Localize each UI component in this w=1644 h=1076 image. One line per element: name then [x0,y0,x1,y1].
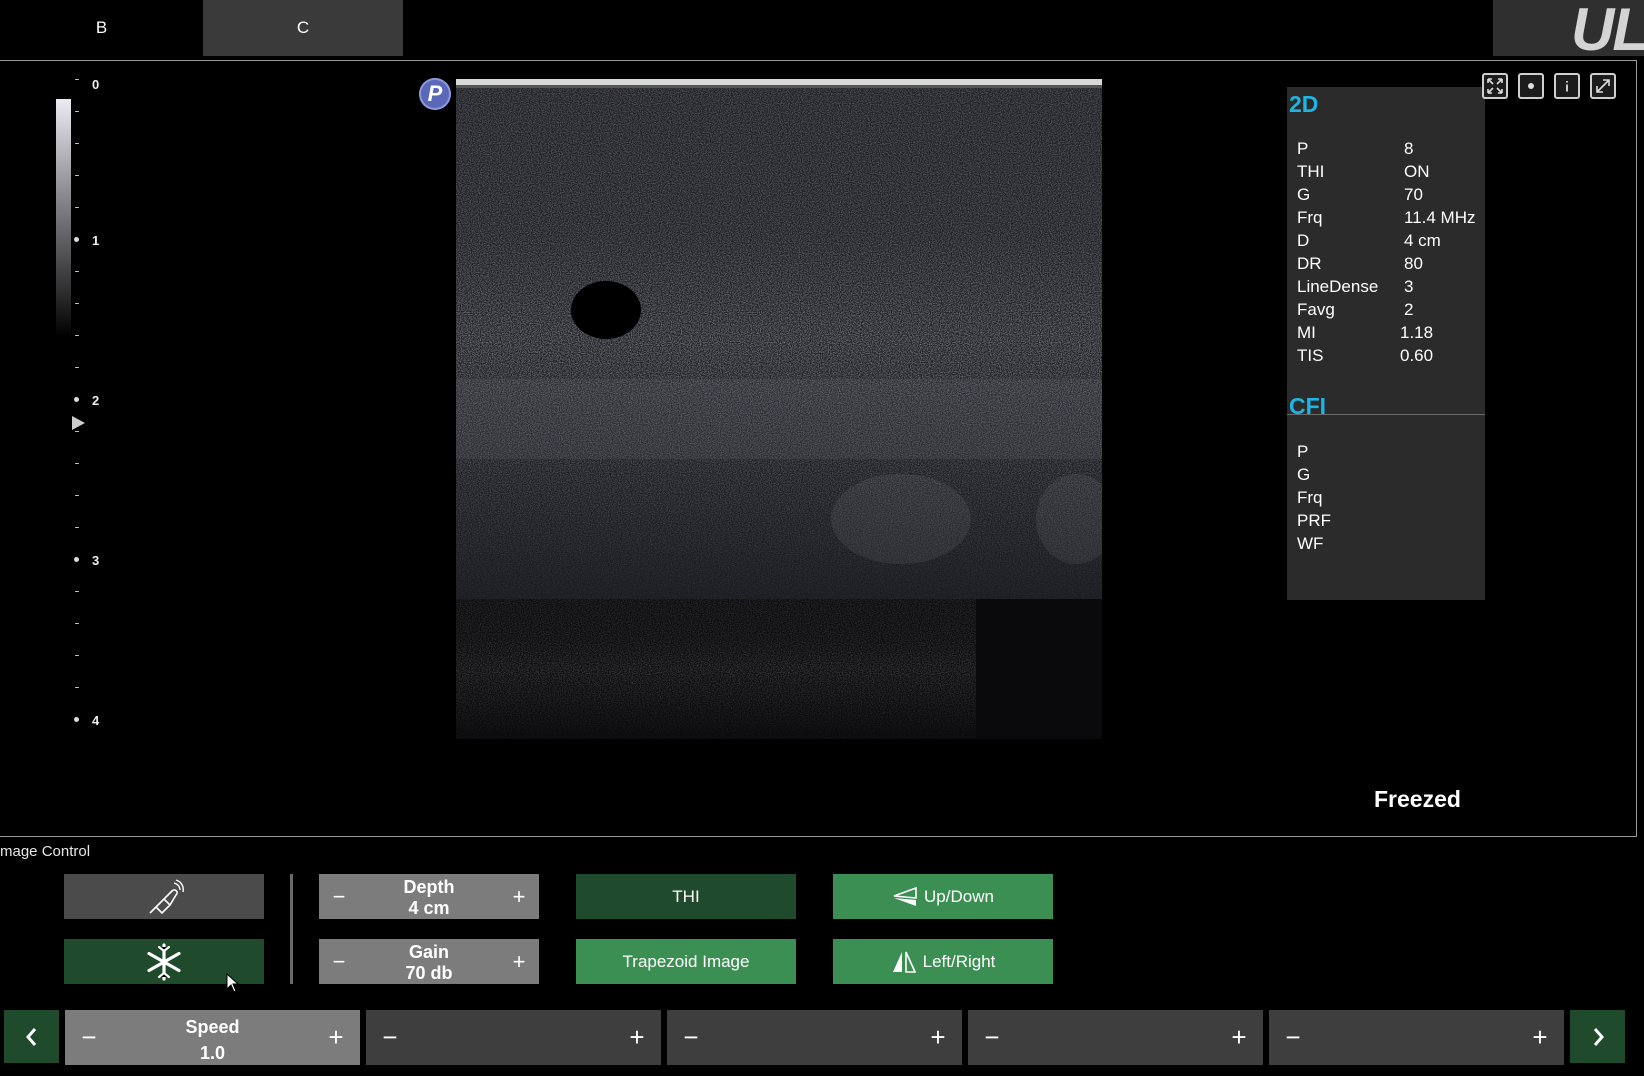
page-prev-button[interactable] [4,1010,59,1063]
page-next-button[interactable] [1570,1010,1625,1063]
param-row: Frq [1297,488,1323,507]
leftright-label: Left/Right [922,951,996,971]
leftright-button[interactable]: Left/Right [833,939,1053,984]
speed-value: 1.0 [199,1043,226,1063]
depth-stepper[interactable]: − Depth 4 cm + [319,874,539,919]
minus-button[interactable]: − [366,1010,414,1065]
depth-value: 4 cm [408,898,450,918]
depth-label-3: 3 [92,553,100,568]
expand-icon[interactable] [1590,73,1616,99]
param-row: MI 1.18 [1297,323,1434,342]
plus-button[interactable]: + [1215,1010,1263,1065]
plus-button[interactable]: + [1516,1010,1564,1065]
flip-vertical-icon [893,886,917,906]
speed-stepper[interactable]: − Speed 1.0 + [65,1010,360,1065]
gain-plus-button[interactable]: + [499,939,539,984]
param-row: G 70 [1297,185,1423,204]
param-row: D4 cm [1297,231,1441,250]
parameter-panel: 2D P8 THI ON G 70 Frq 11.4 MHz D4 cm DR 80 L… [1287,87,1485,600]
speed-plus-button[interactable]: + [312,1010,360,1065]
chevron-left-icon [25,1027,36,1046]
fullscreen-icon[interactable] [1482,73,1508,99]
empty-stepper-3[interactable]: − + [968,1010,1263,1065]
probe-icon [149,878,184,914]
param-row: G [1297,465,1311,484]
empty-stepper-1[interactable]: − + [366,1010,661,1065]
param-row: LineDense 3 [1297,277,1414,296]
logo-text: UL [1571,0,1644,56]
grayscale-bar [56,99,71,337]
control-divider [290,874,293,984]
plus-button[interactable]: + [914,1010,962,1065]
param-row: Frq 11.4 MHz [1297,208,1476,227]
param-row: TIS 0.60 [1297,346,1434,365]
gain-value: 70 db [405,963,453,983]
mouse-cursor-icon [226,973,240,993]
param-row: WF [1297,534,1324,553]
snowflake-icon [147,942,181,981]
param-row: Favg 2 [1297,300,1414,319]
image-control-label: mage Control [0,843,91,860]
depth-plus-button[interactable]: + [499,874,539,919]
tab-c[interactable]: C [203,0,403,56]
brand-logo: UL [1493,0,1644,56]
depth-label-4: 4 [92,713,100,728]
depth-label-0: 0 [92,77,100,92]
param-row: THI ON [1297,162,1430,181]
probe-button[interactable] [64,874,264,919]
param-row: DR 80 [1297,254,1423,273]
freeze-status: Freezed [1374,786,1461,812]
minus-button[interactable]: − [968,1010,1016,1065]
preset-badge-icon: P [419,78,451,110]
param-row: P [1297,442,1309,461]
thi-button[interactable]: THI [576,874,796,919]
depth-title: Depth [403,877,455,897]
params-cfi-title: CFI [1289,393,1327,419]
depth-label-1: 1 [92,233,100,248]
gain-title: Gain [408,942,449,962]
depth-minus-button[interactable]: − [319,874,359,919]
focus-marker-icon[interactable] [72,416,85,430]
info-icon[interactable] [1554,73,1580,99]
gain-stepper[interactable]: − Gain 70 db + [319,939,539,984]
record-icon[interactable] [1518,73,1544,99]
param-row: PRF [1297,511,1331,530]
ultrasound-image [456,79,1102,739]
updown-label: Up/Down [924,886,994,906]
minus-button[interactable]: − [1269,1010,1317,1065]
minus-button[interactable]: − [667,1010,715,1065]
param-row: P8 [1297,139,1414,158]
empty-stepper-4[interactable]: − + [1269,1010,1564,1065]
updown-button[interactable]: Up/Down [833,874,1053,919]
flip-horizontal-icon [892,951,916,973]
gain-minus-button[interactable]: − [319,939,359,984]
speed-title: Speed [185,1017,240,1037]
trapezoid-image-button[interactable]: Trapezoid Image [576,939,796,984]
tab-b[interactable]: B [0,0,203,56]
speed-minus-button[interactable]: − [65,1010,113,1065]
empty-stepper-2[interactable]: − + [667,1010,962,1065]
depth-label-2: 2 [92,393,100,408]
params-2d-title: 2D [1289,91,1319,117]
chevron-right-icon [1593,1027,1604,1046]
plus-button[interactable]: + [613,1010,661,1065]
image-viewer: 0 1 2 3 4 P 2D P 8 THI ON G 70 Frq 11.4 … [0,60,1637,837]
